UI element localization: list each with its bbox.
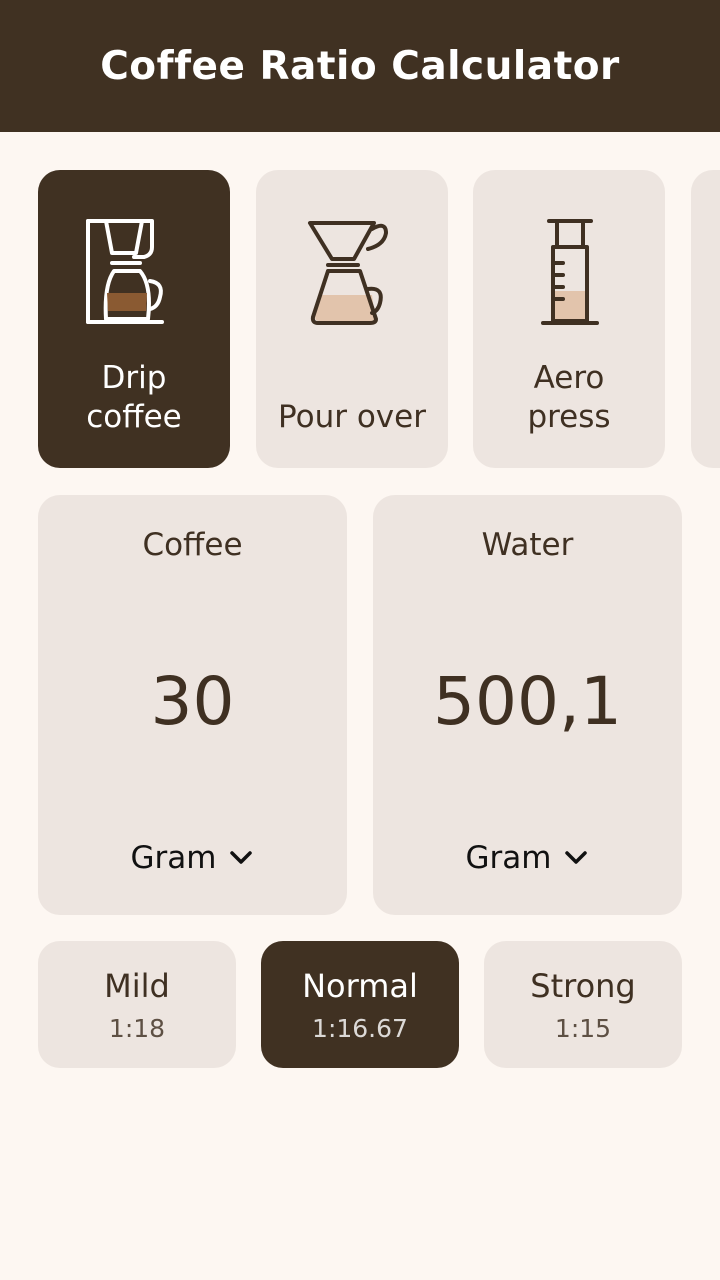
strength-name: Normal [302,967,418,1005]
app-title: Coffee Ratio Calculator [100,43,620,89]
method-label: Aero press [527,360,611,435]
strength-name: Mild [104,967,170,1005]
coffee-amount-input[interactable]: 30 [38,663,347,740]
water-title: Water [481,527,574,563]
drip-coffee-maker-icon [86,219,164,324]
method-card-partial[interactable] [691,170,720,468]
strength-ratio: 1:18 [108,1014,166,1043]
strength-mild-button[interactable]: Mild 1:18 [38,941,236,1068]
strength-name: Strong [530,967,636,1005]
pour-over-icon [308,221,388,325]
strength-ratio: 1:16.67 [312,1014,408,1043]
coffee-amount-card[interactable]: Coffee 30 Gram [38,495,347,915]
method-label: Drip coffee [86,360,182,435]
chevron-down-icon [230,851,253,864]
water-unit-dropdown[interactable]: Gram [466,840,590,876]
app-bar: Coffee Ratio Calculator [0,0,720,132]
method-label: Pour over [278,399,426,435]
coffee-unit-label: Gram [130,840,217,876]
strength-normal-button[interactable]: Normal 1:16.67 [261,941,459,1068]
coffee-title: Coffee [142,527,243,563]
method-card-pour-over[interactable]: Pour over [256,170,448,468]
strength-ratio: 1:15 [554,1014,612,1043]
method-card-aeropress[interactable]: Aero press [473,170,665,468]
water-amount-card[interactable]: Water 500,1 Gram [373,495,682,915]
strength-strong-button[interactable]: Strong 1:15 [484,941,682,1068]
brew-method-list[interactable]: Drip coffee Pour over Aero press [0,170,720,470]
aeropress-icon [541,219,599,325]
coffee-unit-dropdown[interactable]: Gram [131,840,255,876]
water-unit-label: Gram [465,840,552,876]
chevron-down-icon [565,851,588,864]
water-amount-input[interactable]: 500,1 [373,663,682,740]
method-card-drip-coffee[interactable]: Drip coffee [38,170,230,468]
